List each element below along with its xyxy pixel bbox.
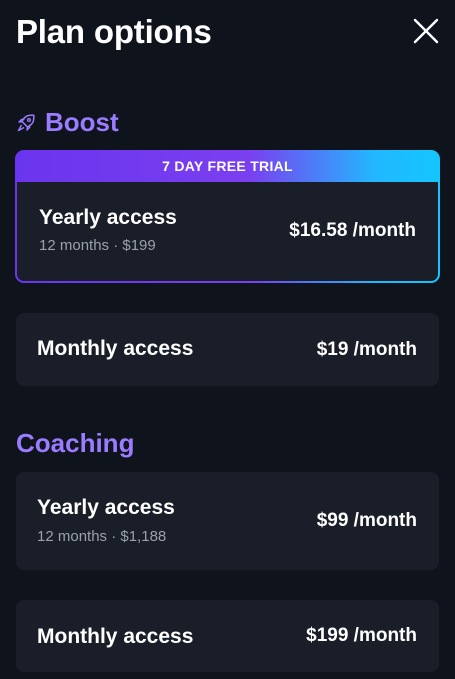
plan-billing-detail: 12 months · $199 [39, 237, 156, 254]
plan-card-boost-yearly[interactable]: 7 DAY FREE TRIAL Yearly access 12 months… [15, 150, 440, 283]
plan-options-panel: Plan options Boost 7 DAY FREE TRIAL Year… [0, 0, 455, 679]
section-title-coaching: Coaching [16, 428, 134, 459]
page-title: Plan options [16, 13, 212, 50]
plan-card-coaching-monthly[interactable]: Monthly access $199 /month [16, 600, 439, 672]
close-icon [413, 18, 439, 44]
section-title-label: Boost [45, 107, 119, 137]
plan-price: $199 /month [306, 625, 417, 646]
plan-name: Monthly access [37, 337, 194, 360]
plan-card-body: Yearly access 12 months · $199 $16.58 /m… [17, 182, 438, 281]
free-trial-banner: 7 DAY FREE TRIAL [162, 158, 293, 174]
plan-card-boost-monthly[interactable]: Monthly access $19 /month [16, 313, 439, 386]
section-title-label: Coaching [16, 428, 135, 458]
plan-name: Monthly access [37, 625, 194, 648]
plan-price: $19 /month [316, 339, 417, 360]
plan-billing-detail: 12 months · $1,188 [37, 528, 167, 545]
rocket-icon [17, 113, 35, 131]
header: Plan options [0, 0, 455, 66]
plan-name: Yearly access [37, 496, 175, 519]
plan-card-coaching-yearly[interactable]: Yearly access 12 months · $1,188 $99 /mo… [16, 472, 439, 570]
plan-price: $99 /month [316, 510, 417, 531]
plan-price: $16.58 /month [289, 220, 416, 241]
section-title-boost: Boost [16, 107, 119, 138]
close-button[interactable] [413, 18, 439, 44]
plan-name: Yearly access [39, 206, 177, 229]
